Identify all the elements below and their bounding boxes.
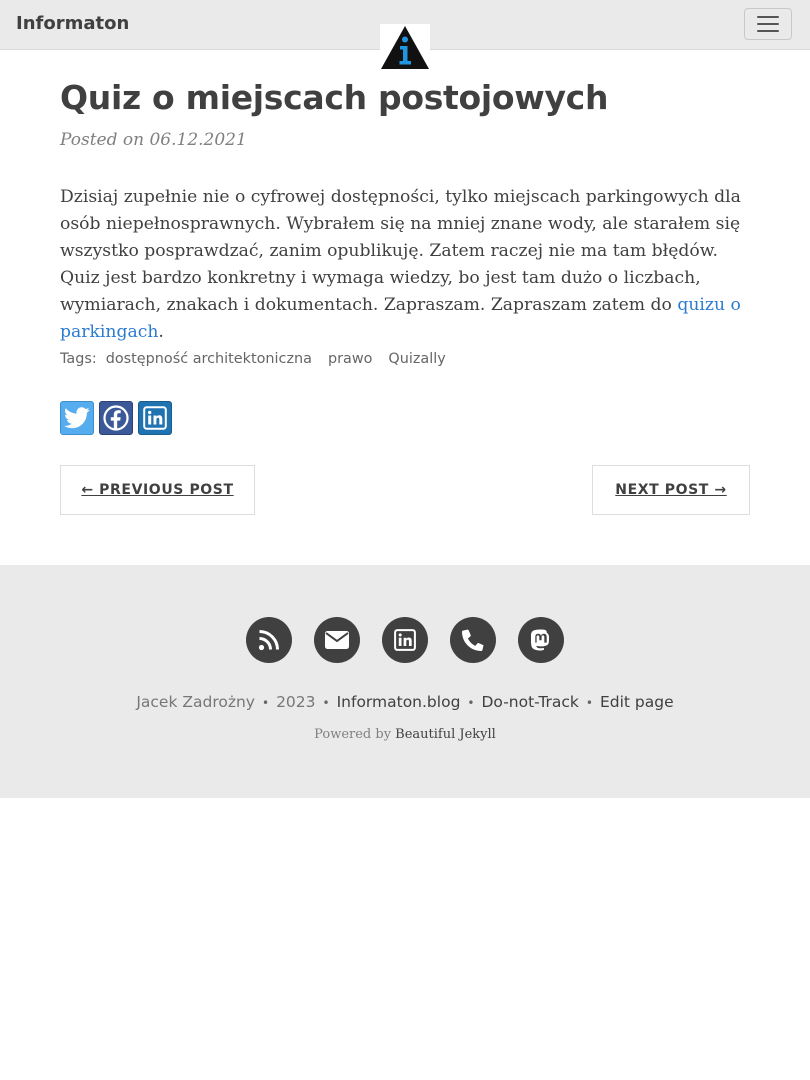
footer-author: Jacek Zadrożny xyxy=(136,693,255,711)
mastodon-link[interactable] xyxy=(518,617,564,663)
tag-link[interactable]: prawo xyxy=(328,351,372,367)
email-link[interactable] xyxy=(314,617,360,663)
next-post-button[interactable]: NEXT POST → xyxy=(592,465,750,515)
edit-page-link[interactable]: Edit page xyxy=(600,693,674,711)
share-linkedin-button[interactable] xyxy=(138,401,172,435)
share-twitter-button[interactable] xyxy=(60,401,94,435)
twitter-icon xyxy=(64,407,90,429)
brand-link[interactable]: Informaton xyxy=(16,13,129,34)
share-buttons xyxy=(60,401,172,435)
post-body: Dzisiaj zupełnie nie o cyfrowej dostępno… xyxy=(60,187,741,342)
phone-icon xyxy=(462,629,484,651)
phone-link[interactable] xyxy=(450,617,496,663)
tag-link[interactable]: dostępność architektoniczna xyxy=(106,351,312,367)
separator: • xyxy=(261,696,270,710)
tags-list: Tags: dostępność architektoniczna prawo … xyxy=(60,351,462,367)
tag-link[interactable]: Quizally xyxy=(388,351,445,367)
menu-toggle-button[interactable] xyxy=(744,8,792,40)
rss-icon xyxy=(258,630,279,651)
theme-link[interactable]: Beautiful Jekyll xyxy=(395,727,496,742)
previous-post-button[interactable]: ← PREVIOUS POST xyxy=(60,465,255,515)
page-footer: Jacek Zadrożny • 2023 • Informaton.blog • Do-n… xyxy=(0,565,810,798)
social-links xyxy=(246,617,564,663)
footer-year: 2023 xyxy=(276,693,316,711)
rss-link[interactable] xyxy=(246,617,292,663)
linkedin-link[interactable] xyxy=(382,617,428,663)
envelope-icon xyxy=(325,631,349,649)
linkedin-icon xyxy=(394,629,416,651)
post-date: Posted on 06.12.2021 xyxy=(60,130,247,150)
facebook-icon xyxy=(103,405,129,431)
powered-by: Powered by Beautiful Jekyll xyxy=(314,727,496,742)
mastodon-icon xyxy=(531,629,549,651)
do-not-track-link[interactable]: Do-not-Track xyxy=(481,693,578,711)
share-facebook-button[interactable] xyxy=(99,401,133,435)
linkedin-icon xyxy=(143,406,167,430)
info-triangle-logo xyxy=(381,26,429,69)
hamburger-menu-icon xyxy=(757,16,779,18)
tags-label: Tags: xyxy=(60,351,97,367)
blog-link[interactable]: Informaton.blog xyxy=(337,693,461,711)
footer-credits: Jacek Zadrożny • 2023 • Informaton.blog • Do-n… xyxy=(136,693,674,711)
post-body-text: Dzisiaj zupełnie nie o cyfrowej dostępno… xyxy=(60,187,741,315)
post-title: Quiz o miejscach postojowych xyxy=(60,78,609,117)
site-logo[interactable] xyxy=(380,24,430,70)
